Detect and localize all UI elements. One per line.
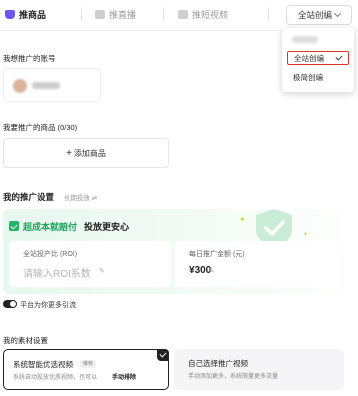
roi-placeholder: 请输入ROI系数 [23,269,91,280]
chevron-down-icon [333,9,342,18]
tab-label: 推短视频 [192,10,229,20]
sparkle-icon: ✦ [303,232,309,238]
tab-label: 推直播 [109,10,137,20]
settings-section-title: 我的推广设置 [3,192,55,202]
budget-label: 每日推广金额 (元) [189,251,245,258]
dropdown-option-full-site[interactable]: 全站创编 [287,51,349,65]
long-term-switch-link[interactable]: 长期投放 ⇄ [64,192,97,202]
account-name-blurred [32,82,60,89]
roi-label: 全站投产比 (ROI) [23,251,78,258]
account-card[interactable] [3,68,101,102]
product-section-title: 我要推广的商品 (0/30) [3,123,78,132]
selected-check-icon [157,349,169,361]
guarantee-title: 超成本就赔付 [23,222,78,232]
sparkle-icon: ✦ [239,215,246,224]
tab-promote-short-video[interactable]: 推短视频 [178,8,228,21]
dropdown-option-label: 极简创编 [293,72,323,82]
mode-select[interactable]: 全站创编 [286,5,352,25]
material-option-auto[interactable]: 系统智能优选视频 推荐 系统自动投放优质视频，也可以 手动排除 [3,349,169,390]
check-icon [335,53,343,61]
add-product-label: 添加商品 [73,148,106,158]
option-desc: 系统自动投放优质视频，也可以 [13,375,98,381]
guarantee-slogan: 投放更安心 [84,222,130,232]
option-title: 自己选择推广视频 [188,359,248,368]
option-title: 系统智能优选视频 [13,360,73,369]
dropdown-option-minimal[interactable]: 极简创编 [287,70,349,84]
budget-value: ¥300 [189,265,211,276]
edit-icon: ✎ [99,268,105,275]
mode-select-value: 全站创编 [297,10,332,20]
tab-divider [268,7,269,21]
add-product-button[interactable]: + 添加商品 [3,138,169,168]
recommend-tag: 推荐 [80,360,97,368]
guarantee-badge-icon [9,221,19,231]
tab-promote-product[interactable]: 推商品 [5,8,46,21]
edit-icon: ✎ [209,268,215,275]
tab-promote-live[interactable]: 推直播 [95,8,136,21]
avatar [13,79,27,93]
tab-divider [81,7,82,21]
traffic-boost-label: 平台为你更多引流 [20,301,76,309]
account-section-title: 我想推广的账号 [3,54,56,63]
traffic-boost-toggle[interactable] [3,300,17,308]
shopping-bag-icon [5,10,15,19]
tab-divider [163,7,164,21]
short-video-icon [178,10,188,19]
guarantee-card: 超成本就赔付 投放更安心 ✦ ✦ 全站投产比 (ROI) 请输入ROI系数 ✎ … [3,209,345,294]
manual-exclude-link[interactable]: 手动排除 [112,372,136,381]
mode-dropdown-menu: 全站创编 极简创编 [282,28,354,92]
tab-label: 推商品 [19,10,47,20]
roi-input-box[interactable]: 全站投产比 (ROI) 请输入ROI系数 ✎ [9,241,171,287]
blurred-header [292,36,318,43]
budget-input-box[interactable]: 每日推广金额 (元) ¥300 ✎ [175,241,339,287]
plus-icon: + [66,147,72,159]
dropdown-option-label: 全站创编 [294,53,324,63]
top-tab-bar: 推商品 推直播 推短视频 全站创编 [0,0,358,31]
material-option-manual[interactable]: 自己选择推广视频 手动添加更多，系统限量更多流量 [174,349,344,390]
live-tv-icon [95,10,105,19]
option-desc: 手动添加更多，系统限量更多流量 [188,374,279,380]
material-section-title: 我的素材设置 [3,336,48,345]
